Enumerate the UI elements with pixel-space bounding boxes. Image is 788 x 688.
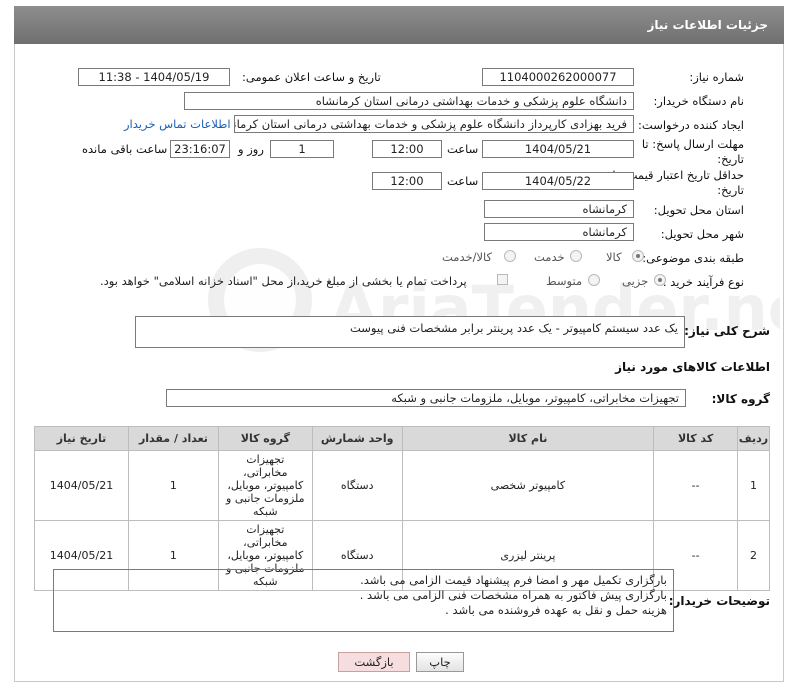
cell-name: کامپیوتر شخصی: [401, 450, 655, 521]
treasury-payment-checkbox[interactable]: [497, 274, 508, 285]
deadline-date-field: 1404/05/21: [482, 140, 634, 158]
cell-qty: 1: [128, 450, 219, 521]
goods-group-field: تجهیزات مخابراتی، کامپیوتر، موبایل، ملزو…: [166, 389, 686, 407]
table-row: 1 -- کامپیوتر شخصی دستگاه تجهیزات مخابرا…: [34, 450, 770, 521]
summary-field: یک عدد سیستم کامپیوتر - یک عدد پرینتر بر…: [135, 316, 685, 348]
validity-time-label: ساعت: [447, 174, 479, 188]
cell-date: 1404/05/21: [34, 450, 129, 521]
days-label: روز و: [238, 142, 264, 156]
col-row: ردیف: [737, 426, 770, 451]
remaining-time-field: 23:16:07: [170, 140, 230, 158]
province-label: استان محل تحویل:: [653, 203, 744, 217]
need-number-label: شماره نیاز:: [689, 70, 744, 84]
category-radio-service[interactable]: [570, 250, 582, 262]
deadline-time-field: 12:00: [372, 140, 442, 158]
city-label: شهر محل تحویل:: [660, 227, 744, 241]
goods-info-title: اطلاعات کالاهای مورد نیاز: [615, 360, 770, 374]
cell-unit: دستگاه: [311, 450, 403, 521]
goods-group-label: گروه کالا:: [711, 392, 770, 406]
cell-row: 1: [737, 450, 770, 521]
col-date: تاریخ نیاز: [34, 426, 129, 451]
buyer-note-line: هزینه حمل و نقل به عهده فروشنده می باشد …: [445, 603, 667, 617]
col-qty: تعداد / مقدار: [128, 426, 219, 451]
cell-row: 2: [737, 520, 770, 591]
buyer-org-label: نام دستگاه خریدار:: [653, 94, 744, 108]
process-label: نوع فرآیند خرید :: [662, 275, 744, 289]
panel-title: جزئیات اطلاعات نیاز: [647, 18, 768, 32]
province-field: کرمانشاه: [484, 200, 634, 218]
category-label: طبقه بندی موضوعی:: [642, 251, 744, 265]
buyer-note-line: بارگزاری تکمیل مهر و امضا فرم پیشنهاد قی…: [360, 573, 667, 587]
announce-field: 1404/05/19 - 11:38: [78, 68, 230, 86]
validity-date-field: 1404/05/22: [482, 172, 634, 190]
requester-field: فرید بهزادی کارپرداز دانشگاه علوم پزشکی …: [234, 115, 634, 133]
deadline-label: مهلت ارسال پاسخ: تا تاریخ:: [641, 137, 744, 166]
requester-label: ایجاد کننده درخواست:: [638, 118, 744, 132]
col-group: گروه کالا: [217, 426, 313, 451]
summary-label: شرح کلی نیاز:: [684, 324, 770, 338]
process-option-minor: جزیی: [622, 274, 649, 288]
category-option-both: کالا/خدمت: [442, 250, 493, 264]
days-field: 1: [270, 140, 334, 158]
buyer-notes-field: بارگزاری تکمیل مهر و امضا فرم پیشنهاد قی…: [53, 569, 674, 632]
cell-code: --: [653, 450, 739, 521]
remaining-label: ساعت باقی مانده: [82, 142, 168, 156]
cell-group: تجهیزات مخابراتی، کامپیوتر، موبایل، ملزو…: [217, 450, 313, 521]
treasury-payment-note: پرداخت تمام یا بخشی از مبلغ خرید،از محل …: [100, 274, 467, 288]
category-radio-both[interactable]: [504, 250, 516, 262]
buyer-notes-label: توضیحات خریدار:: [668, 594, 770, 608]
process-option-medium: متوسط: [546, 274, 583, 288]
announce-label: تاریخ و ساعت اعلان عمومی:: [242, 70, 381, 84]
city-field: کرمانشاه: [484, 223, 634, 241]
goods-table: ردیف کد کالا نام کالا واحد شمارش گروه کا…: [34, 426, 770, 591]
category-radio-goods[interactable]: [632, 250, 644, 262]
category-option-service: خدمت: [534, 250, 565, 264]
panel-header: جزئیات اطلاعات نیاز: [14, 6, 784, 44]
col-code: کد کالا: [653, 426, 739, 451]
buyer-contact-link[interactable]: اطلاعات تماس خریدار: [124, 117, 231, 131]
back-button[interactable]: بازگشت: [338, 652, 410, 672]
print-button[interactable]: چاپ: [416, 652, 464, 672]
buyer-note-line: بارگزاری پیش فاکتور به همراه مشخصات فنی …: [359, 588, 667, 602]
need-number-field: 1104000262000077: [482, 68, 634, 86]
deadline-time-label: ساعت: [447, 142, 479, 156]
category-option-goods: کالا: [606, 250, 622, 264]
process-radio-minor[interactable]: [654, 274, 666, 286]
validity-time-field: 12:00: [372, 172, 442, 190]
buyer-org-field: دانشگاه علوم پزشکی و خدمات بهداشتی درمان…: [184, 92, 634, 110]
process-radio-medium[interactable]: [588, 274, 600, 286]
col-unit: واحد شمارش: [311, 426, 403, 451]
col-name: نام کالا: [401, 426, 655, 451]
